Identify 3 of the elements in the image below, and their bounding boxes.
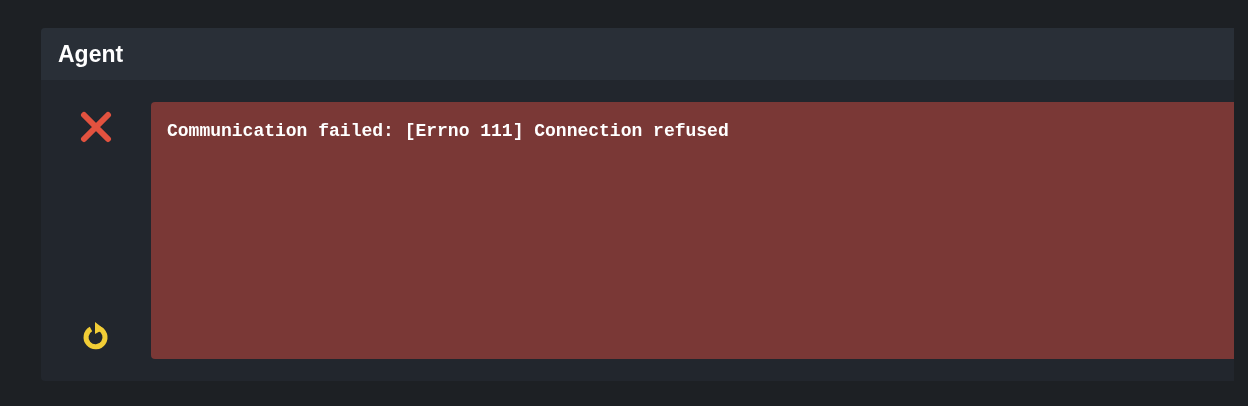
- panel-title: Agent: [58, 40, 124, 68]
- error-message: Communication failed: [Errno 111] Connection refused: [151, 102, 1234, 359]
- refresh-icon[interactable]: [82, 321, 110, 351]
